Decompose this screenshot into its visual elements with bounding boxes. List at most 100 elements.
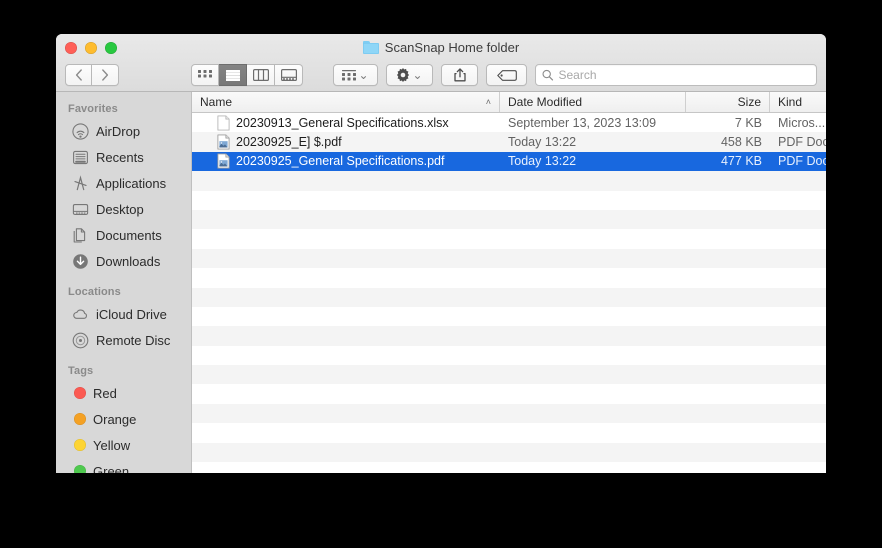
sidebar-item-desktop[interactable]: Desktop [56,196,191,222]
tag-button[interactable] [486,64,528,86]
empty-row[interactable] [192,190,826,210]
window-title-text: ScanSnap Home folder [384,40,520,55]
file-rows: 20230913_General Specifications.xlsx Sept… [192,113,826,473]
action-button[interactable]: ⌄ [386,64,433,86]
share-button[interactable] [440,64,479,86]
back-button[interactable] [65,64,92,86]
tag-dot-icon [74,439,86,451]
window-chrome: ScanSnap Home folder ⌄ ⌄ Search [56,34,826,92]
column-header-date-label: Date Modified [508,95,583,109]
sidebar-item-downloads[interactable]: Downloads [56,248,191,274]
file-size-cell: 477 KB [720,154,762,169]
file-date-cell: September 13, 2023 13:09 [508,115,657,130]
sidebar-item-label: Green [93,463,130,474]
chevron-right-icon [102,69,109,81]
navigation-buttons [65,64,119,86]
sidebar-item-label: AirDrop [96,123,141,139]
empty-row[interactable] [192,306,826,327]
empty-row[interactable] [192,384,826,404]
sidebar-item-label: Recents [96,149,144,165]
toolbar: ⌄ ⌄ [56,60,826,90]
list-view-button[interactable] [219,64,247,86]
empty-row[interactable] [192,287,826,307]
file-name-cell: 20230925_E] $.pdf [192,134,500,150]
sidebar-item-label: Red [93,385,117,401]
column-header-kind[interactable]: Kind [770,92,826,112]
icon-view-button[interactable] [191,64,219,86]
empty-row[interactable] [192,442,826,463]
file-kind-cell: Micros... [778,115,826,130]
file-size-cell: 7 KB [734,115,762,130]
sidebar-item-label: Applications [96,175,167,191]
column-view-button[interactable] [247,64,275,86]
column-header-size[interactable]: Size [686,92,770,112]
empty-row[interactable] [192,171,826,191]
desktop-icon [72,203,89,215]
table-row[interactable]: 20230925_General Specifications.pdf Today… [192,151,826,172]
share-icon [453,68,466,82]
sidebar-item-recents[interactable]: Recents [56,144,191,170]
column-headers: Name ˄ Date Modified Size Kind [192,92,826,113]
empty-row[interactable] [192,365,826,385]
empty-row[interactable] [192,248,826,269]
arrange-button[interactable]: ⌄ [333,64,378,86]
empty-row[interactable] [192,403,826,424]
sidebar-item-tag-red[interactable]: Red [56,380,191,406]
gallery-view-icon [280,69,297,81]
column-view-icon [252,69,269,81]
search-input[interactable] [558,68,810,82]
sidebar-section-tags-header: Tags [68,365,94,377]
sidebar-item-applications[interactable]: Applications [56,170,191,196]
airdrop-icon [72,122,89,140]
gallery-view-button[interactable] [275,64,303,86]
sidebar-item-airdrop[interactable]: AirDrop [56,118,191,144]
empty-row[interactable] [192,209,826,230]
file-date-cell: Today 13:22 [508,154,577,169]
icon-view-icon [198,69,212,77]
disc-icon [72,332,89,348]
sidebar-item-label: iCloud Drive [96,306,167,322]
sidebar-item-documents[interactable]: Documents [56,222,191,248]
sidebar-item-label: Documents [96,227,162,243]
sidebar-section-favorites-header: Favorites [68,103,118,115]
downloads-icon [73,253,88,269]
column-header-date-modified[interactable]: Date Modified [500,92,686,112]
sidebar-section-locations-header: Locations [68,286,121,298]
list-view-icon [225,69,240,81]
table-row[interactable]: 20230913_General Specifications.xlsx Sept… [192,113,826,133]
sidebar-item-tag-yellow[interactable]: Yellow [56,432,191,458]
file-name-cell: 20230913_General Specifications.xlsx [192,115,500,131]
icloud-icon [73,308,87,319]
empty-row[interactable] [192,229,826,249]
documents-icon [73,227,86,243]
sidebar-item-icloud-drive[interactable]: iCloud Drive [56,301,191,327]
empty-row[interactable] [192,423,826,443]
column-header-name-label: Name [200,95,233,109]
sidebar-item-label: Yellow [93,437,131,453]
search-field[interactable] [535,64,817,86]
table-row[interactable]: 20230925_E] $.pdf Today 13:22 458 KB PDF Do… [192,132,826,152]
file-date-cell: Today 13:22 [508,135,577,150]
sidebar-item-tag-green[interactable]: Green [56,458,191,473]
sidebar-item-tag-orange[interactable]: Orange [56,406,191,432]
view-mode-buttons [191,64,303,86]
sidebar: Favorites AirDrop Recents Applications D… [56,92,192,473]
file-name-label: 20230913_General Specifications.xlsx [236,115,449,130]
column-header-name[interactable]: Name ˄ [192,92,500,112]
empty-row[interactable] [192,345,826,366]
file-name-label: 20230925_General Specifications.pdf [236,154,445,169]
chevron-down-icon: ⌄ [358,68,369,82]
sidebar-item-remote-disc[interactable]: Remote Disc [56,327,191,353]
column-header-size-label: Size [737,95,761,109]
window-title: ScanSnap Home folder [56,40,826,55]
empty-row[interactable] [192,268,826,288]
empty-row[interactable] [192,326,826,346]
chevron-left-icon [75,69,82,81]
pdf-document-icon [217,134,230,150]
file-name-label: 20230925_E] $.pdf [236,135,342,150]
file-kind-cell: PDF Doc [778,154,826,169]
empty-row[interactable] [192,462,826,473]
search-icon [542,69,554,81]
forward-button[interactable] [92,64,119,86]
arrange-icon [342,69,357,80]
